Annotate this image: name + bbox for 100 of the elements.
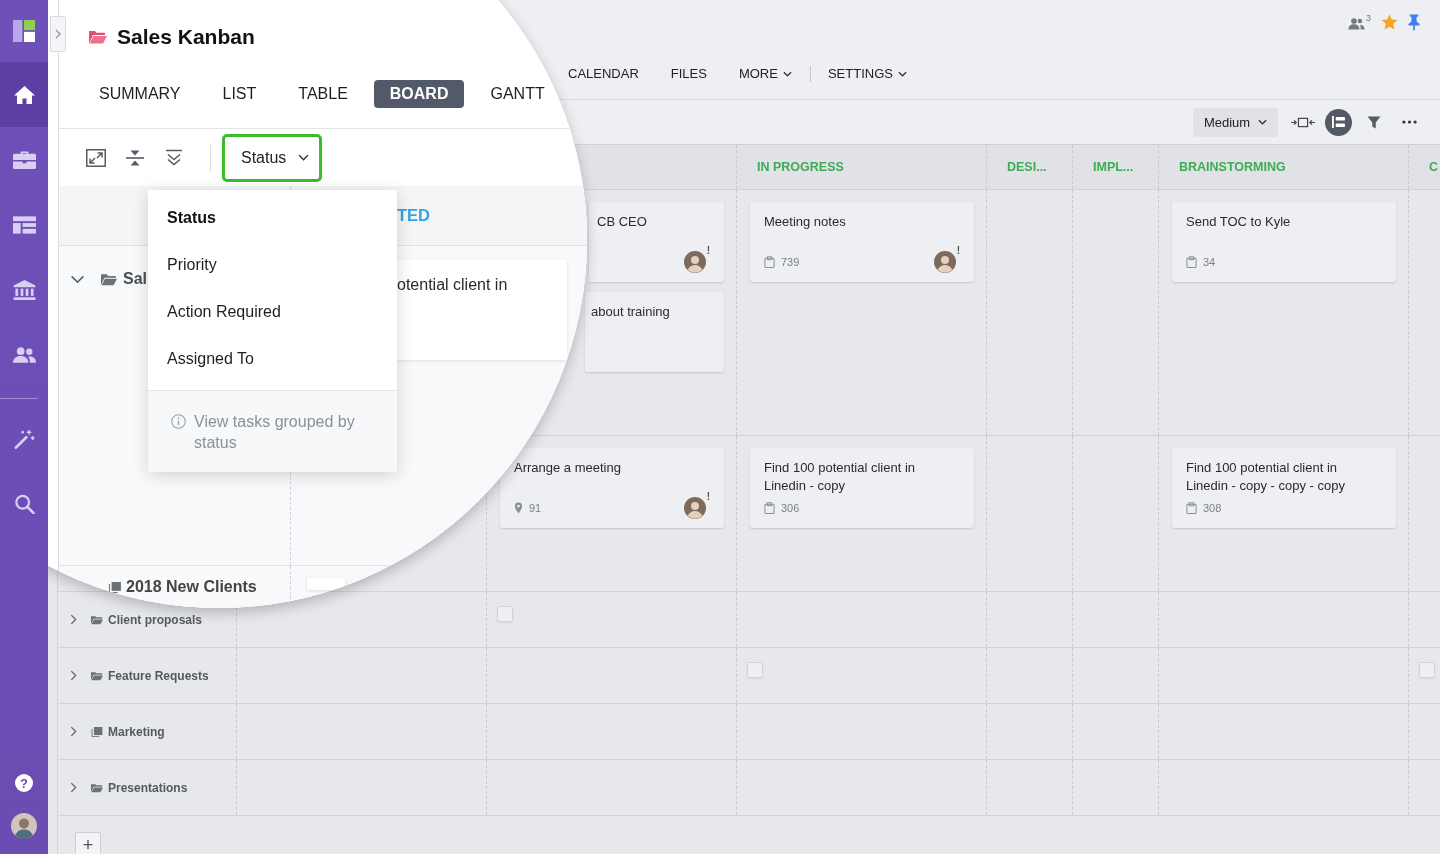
column-heading: IN PROGRESS [757,160,844,174]
folder-icon [101,272,117,286]
view-tab[interactable]: MORE [738,65,792,82]
group-by-dropdown[interactable]: Status [222,133,322,182]
chevron-right-icon [55,29,61,39]
sidebar-nav-item[interactable] [0,62,48,127]
documents-icon [91,726,103,737]
task-card[interactable]: Arrange a meeting 91 ! [500,448,724,528]
dashboard-icon [12,214,36,235]
clipboard-icon [1186,502,1197,514]
view-tab[interactable]: CALENDAR [568,65,639,82]
column-heading: IMPL... [1093,160,1134,174]
folder-icon [89,30,107,44]
avatar-icon[interactable] [683,251,706,273]
chevron-right-icon[interactable] [70,670,77,681]
chevron-right-icon[interactable] [70,782,77,793]
card-title: Find 100 potential client in Linedin - copy - copy - copy [1186,459,1346,495]
task-card[interactable]: about training [585,292,724,372]
home-icon [12,84,36,105]
chevron-down-icon [1258,119,1268,125]
card-count: 308 [1203,502,1222,514]
card-count: 739 [781,256,800,268]
menu-hint: View tasks grouped by status [194,412,356,453]
chevron-down-icon[interactable] [70,274,85,284]
column-heading: BRAINSTORMING [1179,160,1286,174]
collapse-all-icon[interactable] [164,148,184,167]
chevron-right-icon[interactable] [70,726,77,737]
card-count: 91 [529,502,542,514]
view-tab[interactable]: BOARD [373,80,465,108]
magic-wand-icon [12,428,36,449]
view-tab[interactable]: GANTT [474,80,561,108]
task-card[interactable]: Meeting notes 739 ! [750,202,974,282]
folder-icon [91,670,103,681]
bank-icon [12,279,36,300]
menu-item[interactable]: Action Required [148,288,397,335]
group-name[interactable]: Client proposals [108,612,202,627]
view-tab[interactable]: SUMMARY [83,80,197,108]
search-icon [12,493,36,514]
collapse-rows-icon[interactable] [125,148,145,167]
pushpin-icon[interactable] [1408,13,1420,31]
members-icon[interactable] [1348,17,1365,30]
member-count: 3 [1366,14,1371,23]
card-title: about training [591,303,670,321]
more-icon[interactable] [1402,120,1417,124]
group-name[interactable]: Presentations [108,780,188,795]
task-card[interactable]: Find 100 potential client in Linedin - copy 306 [750,448,974,528]
star-icon[interactable] [1381,14,1398,30]
location-pin-icon [514,502,523,514]
add-group-button[interactable]: + [75,832,101,854]
card-title: CB CEO [597,213,647,231]
clipboard-icon [764,502,775,514]
priority-marker: ! [706,246,710,256]
task-card[interactable]: Find 100 potential client in Linedin - copy - copy - copy 308 [1172,448,1396,528]
card-title: Meeting notes [764,213,846,231]
card-count: 34 [1203,256,1216,268]
help-button[interactable]: ? [15,774,33,792]
group-name[interactable]: Feature Requests [108,668,209,683]
view-tab[interactable]: FILES [670,65,707,82]
app-logo-icon[interactable] [13,19,35,43]
avatar-icon[interactable] [933,251,956,273]
view-tab[interactable]: TABLE [282,80,364,108]
task-card[interactable]: otential client in [397,260,567,360]
menu-item[interactable]: Assigned To [148,335,397,382]
folder-icon [91,782,103,793]
filter-icon[interactable] [1367,115,1381,129]
group-name[interactable]: 2018 New Clients [126,578,257,596]
group-name[interactable]: Marketing [108,724,165,739]
clipboard-icon [1186,256,1197,268]
menu-item[interactable]: Priority [148,241,397,288]
view-tab[interactable]: LIST [206,80,273,108]
task-card[interactable]: Send TOC to Kyle 34 [1172,202,1396,282]
column-heading: C [1429,160,1439,174]
clipboard-icon [764,256,775,268]
task-card[interactable]: CB CEO ! [589,202,724,282]
list-icon [1332,116,1345,128]
column-heading: TED [397,206,430,225]
avatar-icon[interactable] [683,497,706,519]
priority-marker: ! [706,492,710,502]
chevron-right-icon[interactable] [70,614,77,625]
menu-item[interactable]: Status [148,194,397,241]
chevron-down-icon [298,154,310,161]
folder-icon [91,614,103,625]
project-title: Sales Kanban [117,25,255,49]
fit-width-icon[interactable] [1291,116,1315,128]
group-name[interactable]: Sal [123,270,147,288]
card-count: 306 [781,502,800,514]
user-avatar-icon[interactable] [11,813,37,839]
card-size-dropdown[interactable]: Medium [1193,107,1278,137]
briefcase-icon [12,149,36,170]
card-title: Find 100 potential client in Linedin - copy [764,459,917,495]
chevron-down-icon [782,70,792,77]
people-icon [12,344,36,365]
view-tab[interactable]: SETTINGS [809,65,907,82]
column-heading: DESI... [1007,160,1047,174]
card-title: Arrange a meeting [514,459,621,477]
group-by-button[interactable] [1325,108,1352,136]
priority-marker: ! [956,246,960,256]
card-title: otential client in [397,276,508,293]
chevron-down-icon [897,70,907,77]
expand-icon[interactable] [86,148,106,167]
